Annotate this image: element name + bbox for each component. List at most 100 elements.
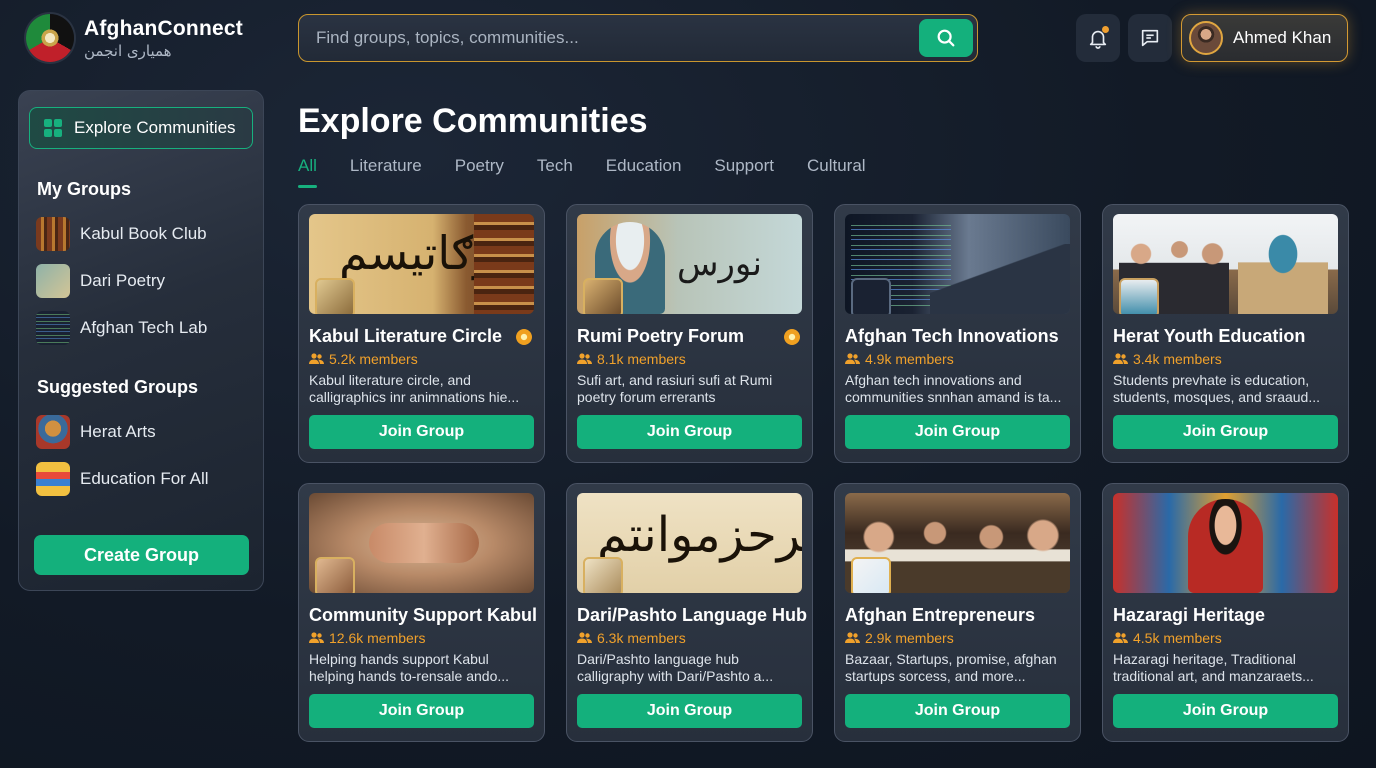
featured-icon [784, 329, 800, 345]
join-group-button[interactable]: Join Group [309, 415, 534, 449]
sidebar-item-explore[interactable]: Explore Communities [29, 107, 253, 149]
sidebar-item-education-for-all[interactable]: Education For All [29, 455, 253, 502]
herat-arts-thumbnail [36, 414, 70, 449]
community-card[interactable]: Community Support Kabul 12.6k members He… [298, 483, 545, 742]
code-mountains-image [845, 214, 1070, 314]
app-title: AfghanConnect [84, 16, 243, 40]
member-count: 3.4k members [1113, 351, 1338, 367]
sidebar-item-herat-arts[interactable]: Herat Arts [29, 408, 253, 455]
community-grid: شوګاتیسم Kabul Literature Circle 5.2k me… [298, 204, 1349, 742]
join-group-button[interactable]: Join Group [1113, 415, 1338, 449]
tech-thumbnail [36, 310, 70, 345]
poetry-badge-icon [583, 278, 623, 314]
poetry-thumbnail [36, 263, 70, 298]
featured-icon [516, 329, 532, 345]
book-club-thumbnail [36, 216, 70, 251]
member-count-text: 4.9k members [865, 351, 954, 367]
member-count-text: 4.5k members [1133, 630, 1222, 646]
join-group-button[interactable]: Join Group [309, 694, 534, 728]
card-description: Afghan tech innovations and communities … [845, 372, 1062, 405]
chat-icon [1141, 29, 1159, 47]
card-description: Kabul literature circle, and calligraphi… [309, 372, 520, 405]
app-logo[interactable]: AfghanConnect همیاری انجمن [26, 14, 243, 62]
member-count-text: 5.2k members [329, 351, 418, 367]
tab-tech[interactable]: Tech [537, 156, 573, 184]
user-profile-button[interactable]: Ahmed Khan [1181, 14, 1348, 62]
card-title: Rumi Poetry Forum [577, 326, 745, 346]
books-thumbnail [36, 461, 70, 496]
card-description: Sufi art, and rasiuri sufi at Rumi poetr… [577, 372, 773, 405]
community-card[interactable]: Afghan Tech Innovations 4.9k members Afg… [834, 204, 1081, 463]
join-group-button[interactable]: Join Group [577, 694, 802, 728]
search-icon [937, 29, 955, 47]
members-icon [845, 632, 860, 643]
page-title: Explore Communities [298, 102, 648, 140]
member-count: 2.9k members [845, 630, 1070, 646]
bazaar-image [845, 493, 1070, 593]
member-count: 12.6k members [309, 630, 534, 646]
card-title: Kabul Literature Circle [309, 326, 503, 346]
suggested-groups-heading: Suggested Groups [37, 377, 199, 397]
create-group-button[interactable]: Create Group [34, 535, 249, 575]
community-card[interactable]: اتکیمرحزموانتم Dari/Pashto Language Hub … [566, 483, 813, 742]
member-count-text: 2.9k members [865, 630, 954, 646]
tab-cultural[interactable]: Cultural [807, 156, 866, 184]
members-icon [577, 632, 592, 643]
card-description: Helping hands support Kabul helping hand… [309, 651, 510, 684]
join-group-button[interactable]: Join Group [845, 415, 1070, 449]
sidebar-item-label: Education For All [80, 468, 209, 488]
members-icon [1113, 632, 1128, 643]
card-title: Afghan Entrepreneurs [845, 605, 1036, 625]
category-tabs: All Literature Poetry Tech Education Sup… [298, 156, 866, 188]
member-count: 4.9k members [845, 351, 1070, 367]
sidebar-item-kabul-book-club[interactable]: Kabul Book Club [29, 210, 253, 257]
member-count-text: 12.6k members [329, 630, 426, 646]
member-count: 8.1k members [577, 351, 802, 367]
rumi-portrait-image: نورس [577, 214, 802, 314]
sidebar-item-dari-poetry[interactable]: Dari Poetry [29, 257, 253, 304]
sidebar-item-label: Explore Communities [74, 118, 236, 137]
growth-chart-badge-icon [851, 557, 891, 593]
tab-poetry[interactable]: Poetry [455, 156, 504, 184]
calligraphy-badge-icon [315, 278, 355, 314]
calligraphy-books-image: شوګاتیسم [309, 214, 534, 314]
join-group-button[interactable]: Join Group [1113, 694, 1338, 728]
sidebar-item-label: Kabul Book Club [80, 223, 207, 243]
app-subtitle: همیاری انجمن [84, 41, 172, 60]
tab-literature[interactable]: Literature [350, 156, 422, 184]
tab-support[interactable]: Support [714, 156, 774, 184]
card-title: Afghan Tech Innovations [845, 326, 1059, 346]
community-card[interactable]: Afghan Entrepreneurs 2.9k members Bazaar… [834, 483, 1081, 742]
my-groups-heading: My Groups [37, 179, 132, 199]
community-card[interactable]: شوګاتیسم Kabul Literature Circle 5.2k me… [298, 204, 545, 463]
card-description: Students prevhate is education, students… [1113, 372, 1321, 405]
search-bar [298, 14, 978, 62]
sidebar-item-label: Dari Poetry [80, 270, 166, 290]
tab-education[interactable]: Education [606, 156, 682, 184]
join-group-button[interactable]: Join Group [845, 694, 1070, 728]
join-group-button[interactable]: Join Group [577, 415, 802, 449]
member-count: 5.2k members [309, 351, 534, 367]
members-icon [845, 353, 860, 364]
sidebar-item-afghan-tech-lab[interactable]: Afghan Tech Lab [29, 304, 253, 351]
community-card[interactable]: Herat Youth Education 3.4k members Stude… [1102, 204, 1349, 463]
messages-button[interactable] [1128, 14, 1172, 62]
search-input[interactable] [316, 28, 919, 48]
community-card[interactable]: Hazaragi Heritage 4.5k members Hazaragi … [1102, 483, 1349, 742]
card-title: Hazaragi Heritage [1113, 605, 1266, 625]
hazaragi-art-image [1113, 493, 1338, 593]
member-count: 6.3k members [577, 630, 802, 646]
community-card[interactable]: نورس Rumi Poetry Forum 8.1k members Sufi… [566, 204, 813, 463]
notifications-button[interactable] [1076, 14, 1120, 62]
helping-hands-image [309, 493, 534, 593]
grid-icon [44, 119, 62, 137]
search-button[interactable] [919, 19, 973, 57]
tab-all[interactable]: All [298, 156, 317, 188]
members-icon [577, 353, 592, 364]
card-description: Dari/Pashto language hub calligraphy wit… [577, 651, 774, 684]
card-title: Community Support Kabul [309, 605, 537, 625]
afghan-emblem-icon [26, 14, 74, 62]
notification-dot [1102, 26, 1109, 33]
students-mosque-image [1113, 214, 1338, 314]
member-count-text: 8.1k members [597, 351, 686, 367]
